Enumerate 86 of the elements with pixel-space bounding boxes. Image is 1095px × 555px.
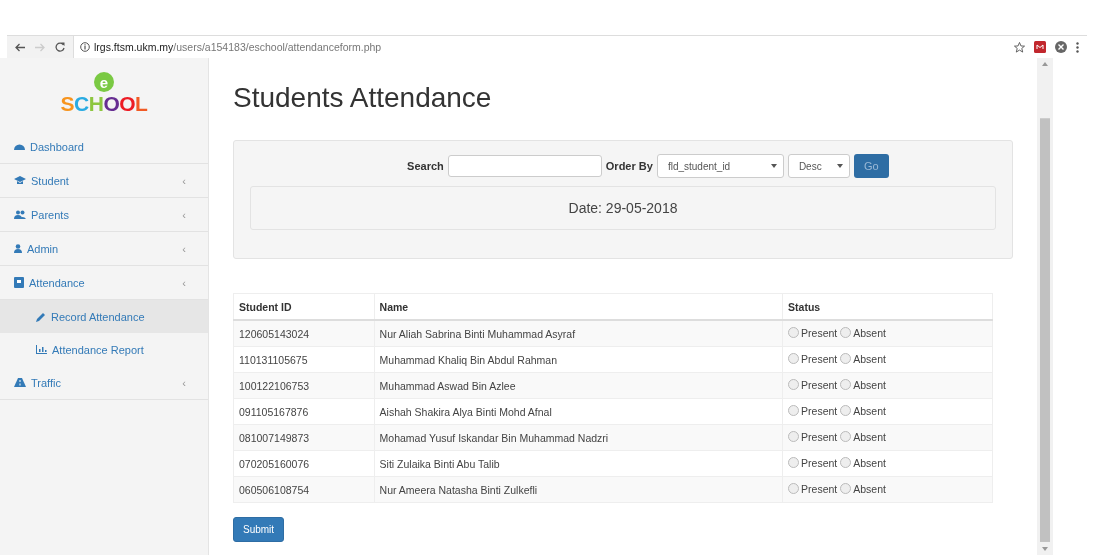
order-by-label: Order By <box>605 160 653 172</box>
search-field[interactable] <box>447 155 602 177</box>
radio-button[interactable] <box>840 405 852 417</box>
radio-label: Present <box>801 482 838 495</box>
order-by-select[interactable]: fld_student_id <box>656 154 784 178</box>
table-cell: Mohamad Yusuf Iskandar Bin Muhammad Nadzri <box>374 424 783 451</box>
table-cell: Nur Aliah Sabrina Binti Muhammad Asyraf <box>374 320 783 347</box>
table-cell: Muhammad Khaliq Bin Abdul Rahman <box>374 346 783 373</box>
table-cell: 091105167876 <box>233 398 375 425</box>
dropdown-caret-icon <box>770 164 777 168</box>
logo-text: SCHOOL <box>60 92 148 116</box>
table-cell: Aishah Shakira Alya Binti Mohd Afnal <box>374 398 783 425</box>
radio-label: Present <box>801 404 838 417</box>
table-cell: 060506108754 <box>233 476 375 503</box>
sidebar-item[interactable]: Attendance Report <box>0 333 208 366</box>
page-title: Students Attendance <box>233 82 493 114</box>
table-cell: 070205160076 <box>233 450 375 477</box>
collapse-caret-icon: ‹ <box>182 208 186 221</box>
extension-icon[interactable] <box>1055 41 1067 53</box>
extension-icon[interactable] <box>1034 41 1046 53</box>
user-icon <box>14 244 22 253</box>
search-label: Search <box>407 160 444 172</box>
reload-icon[interactable] <box>55 42 65 52</box>
dashboard-icon <box>14 142 25 151</box>
sidebar-item[interactable]: Parents ‹ <box>0 198 208 232</box>
sidebar-item[interactable]: Dashboard <box>0 130 208 164</box>
radio-label: Absent <box>853 352 886 365</box>
radio-label: Present <box>801 326 838 339</box>
radio-button[interactable] <box>840 431 852 443</box>
collapse-caret-icon: ‹ <box>182 174 186 187</box>
info-icon <box>80 42 90 52</box>
users-icon <box>14 210 26 219</box>
radio-button[interactable] <box>788 457 800 469</box>
book-icon <box>14 277 24 288</box>
graduation-cap-icon <box>14 176 26 185</box>
radio-label: Absent <box>853 404 886 417</box>
radio-label: Absent <box>853 456 886 469</box>
radio-button[interactable] <box>788 353 800 365</box>
road-icon <box>14 378 26 387</box>
radio-button[interactable] <box>788 327 800 339</box>
back-arrow-icon[interactable] <box>15 42 25 52</box>
radio-label: Absent <box>853 482 886 495</box>
url-text: lrgs.ftsm.ukm.my/users/a154183/eschool/attendanceform.php <box>94 41 382 53</box>
scrollbar[interactable] <box>1037 58 1053 555</box>
radio-label: Absent <box>853 378 886 391</box>
table-cell: Nur Ameera Natasha Binti Zulkefli <box>374 476 783 503</box>
address-bar[interactable]: lrgs.ftsm.ukm.my/users/a154183/eschool/attendanceform.php <box>73 36 1004 58</box>
sidebar-item[interactable]: Admin ‹ <box>0 232 208 266</box>
radio-button[interactable] <box>788 431 800 443</box>
table-cell: 120605143024 <box>233 320 375 347</box>
collapse-caret-icon: ‹ <box>182 376 186 389</box>
table-cell: Siti Zulaika Binti Abu Talib <box>374 450 783 477</box>
radio-button[interactable] <box>788 379 800 391</box>
logo-badge: e <box>94 72 114 92</box>
radio-label: Absent <box>853 326 886 339</box>
table-cell: 100122106753 <box>233 372 375 399</box>
submit-button[interactable]: Submit <box>233 517 285 542</box>
pencil-icon <box>36 311 46 322</box>
radio-label: Present <box>801 378 838 391</box>
radio-label: Present <box>801 456 838 469</box>
sidebar-item[interactable]: Record Attendance <box>0 300 208 333</box>
bar-chart-icon <box>36 345 47 354</box>
radio-label: Absent <box>853 430 886 443</box>
table-cell: 110131105675 <box>233 346 375 373</box>
table-cell: 081007149873 <box>233 424 375 451</box>
menu-icon[interactable] <box>1076 41 1079 53</box>
radio-button[interactable] <box>788 483 800 495</box>
star-icon[interactable] <box>1014 41 1025 53</box>
date-text: Date: 29-05-2018 <box>568 200 678 216</box>
sidebar-item[interactable]: Student ‹ <box>0 164 208 198</box>
radio-label: Present <box>801 430 838 443</box>
table-cell: Muhammad Aswad Bin Azlee <box>374 372 783 399</box>
collapse-caret-icon: ‹ <box>182 242 186 255</box>
forward-arrow-icon[interactable] <box>35 42 45 52</box>
radio-button[interactable] <box>840 379 852 391</box>
radio-button[interactable] <box>840 457 852 469</box>
go-button[interactable]: Go <box>853 154 889 178</box>
collapse-caret-icon: ‹ <box>182 276 186 289</box>
radio-label: Present <box>801 352 838 365</box>
radio-button[interactable] <box>840 327 852 339</box>
sidebar-item[interactable]: Traffic ‹ <box>0 366 208 400</box>
sort-direction-select[interactable]: Desc <box>787 154 850 178</box>
radio-button[interactable] <box>788 405 800 417</box>
radio-button[interactable] <box>840 483 852 495</box>
radio-button[interactable] <box>840 353 852 365</box>
dropdown-caret-icon <box>836 164 843 168</box>
